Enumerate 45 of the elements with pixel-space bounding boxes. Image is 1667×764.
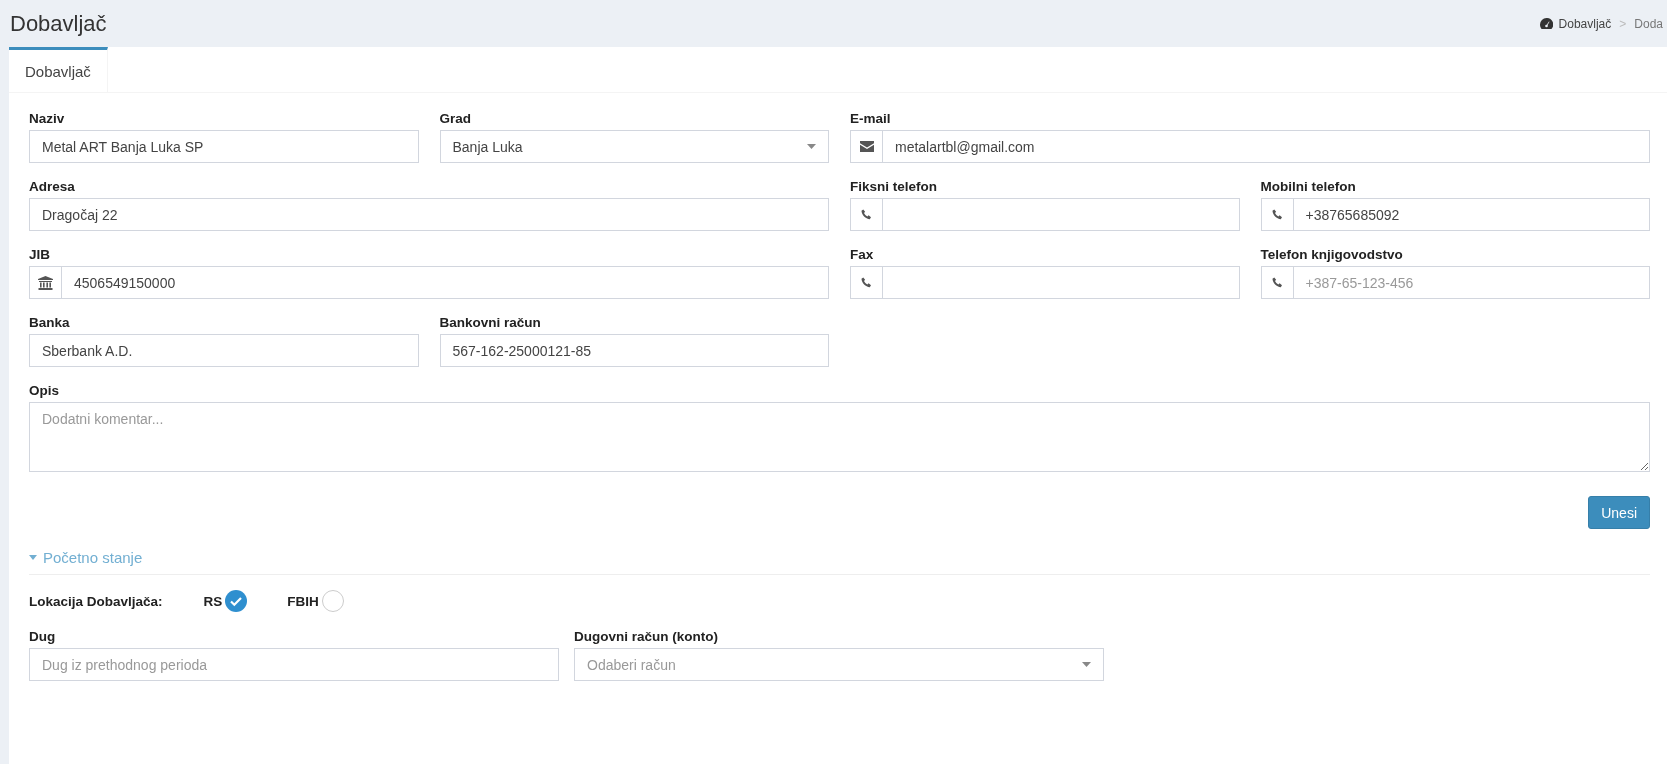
text-field[interactable]: Metal ART Banja Luka SP <box>29 130 419 163</box>
phone-icon <box>1271 277 1283 288</box>
input-field[interactable]: metalartbl@gmail.com <box>883 130 1650 163</box>
field-label: Adresa <box>29 179 75 194</box>
radio-option[interactable]: RS <box>203 590 248 612</box>
field-label: Bankovni račun <box>439 315 541 330</box>
phone-icon <box>861 209 872 220</box>
field-label: Fiksni telefon <box>850 179 937 194</box>
field-label: Banka <box>29 315 70 330</box>
field-label: Grad <box>439 111 471 126</box>
field-label: E-mail <box>850 111 891 126</box>
field-label: Dugovni račun (konto) <box>574 629 718 644</box>
phone-icon <box>861 277 872 288</box>
input-field[interactable]: 4506549150000 <box>62 266 829 299</box>
breadcrumb-separator: > <box>1619 16 1627 31</box>
input-field[interactable] <box>883 266 1240 299</box>
field-label: Telefon knjigovodstvo <box>1260 247 1403 262</box>
bank-icon <box>38 275 53 290</box>
text-field[interactable]: 567-162-25000121-85 <box>439 334 829 367</box>
phone-icon <box>1271 209 1283 220</box>
description-field[interactable]: Dodatni komentar... <box>29 402 1650 472</box>
input-field[interactable]: +38765685092 <box>1293 198 1650 231</box>
text-field[interactable]: Dug iz prethodnog perioda <box>29 648 559 681</box>
radio-option[interactable]: FBIH <box>287 590 344 612</box>
field-label: Mobilni telefon <box>1260 179 1356 194</box>
breadcrumb-link[interactable]: Doda <box>1634 16 1663 31</box>
field-label: Opis <box>29 383 59 398</box>
caret-icon <box>807 144 816 149</box>
envelope-icon <box>859 141 874 152</box>
text-field[interactable]: Sberbank A.D. <box>29 334 419 367</box>
page-title: Dobavljač <box>10 10 107 37</box>
breadcrumb-link[interactable]: Dobavljač <box>1539 16 1612 31</box>
input-field[interactable] <box>883 198 1240 231</box>
text-field[interactable]: Dragočaj 22 <box>29 198 829 231</box>
submit-button[interactable]: Unesi <box>1588 496 1650 529</box>
dashboard-icon <box>1539 18 1553 29</box>
field-label: Lokacija Dobavljača: <box>29 593 163 609</box>
tab[interactable]: Dobavljač <box>9 47 108 92</box>
input-field[interactable]: +387-65-123-456 <box>1293 266 1650 299</box>
dropdown[interactable]: Banja Luka <box>439 130 829 163</box>
field-label: JIB <box>29 247 50 262</box>
field-label: Dug <box>29 629 56 644</box>
field-label: Fax <box>850 247 874 262</box>
field-label: Naziv <box>29 111 65 126</box>
caret-icon <box>1082 662 1091 667</box>
